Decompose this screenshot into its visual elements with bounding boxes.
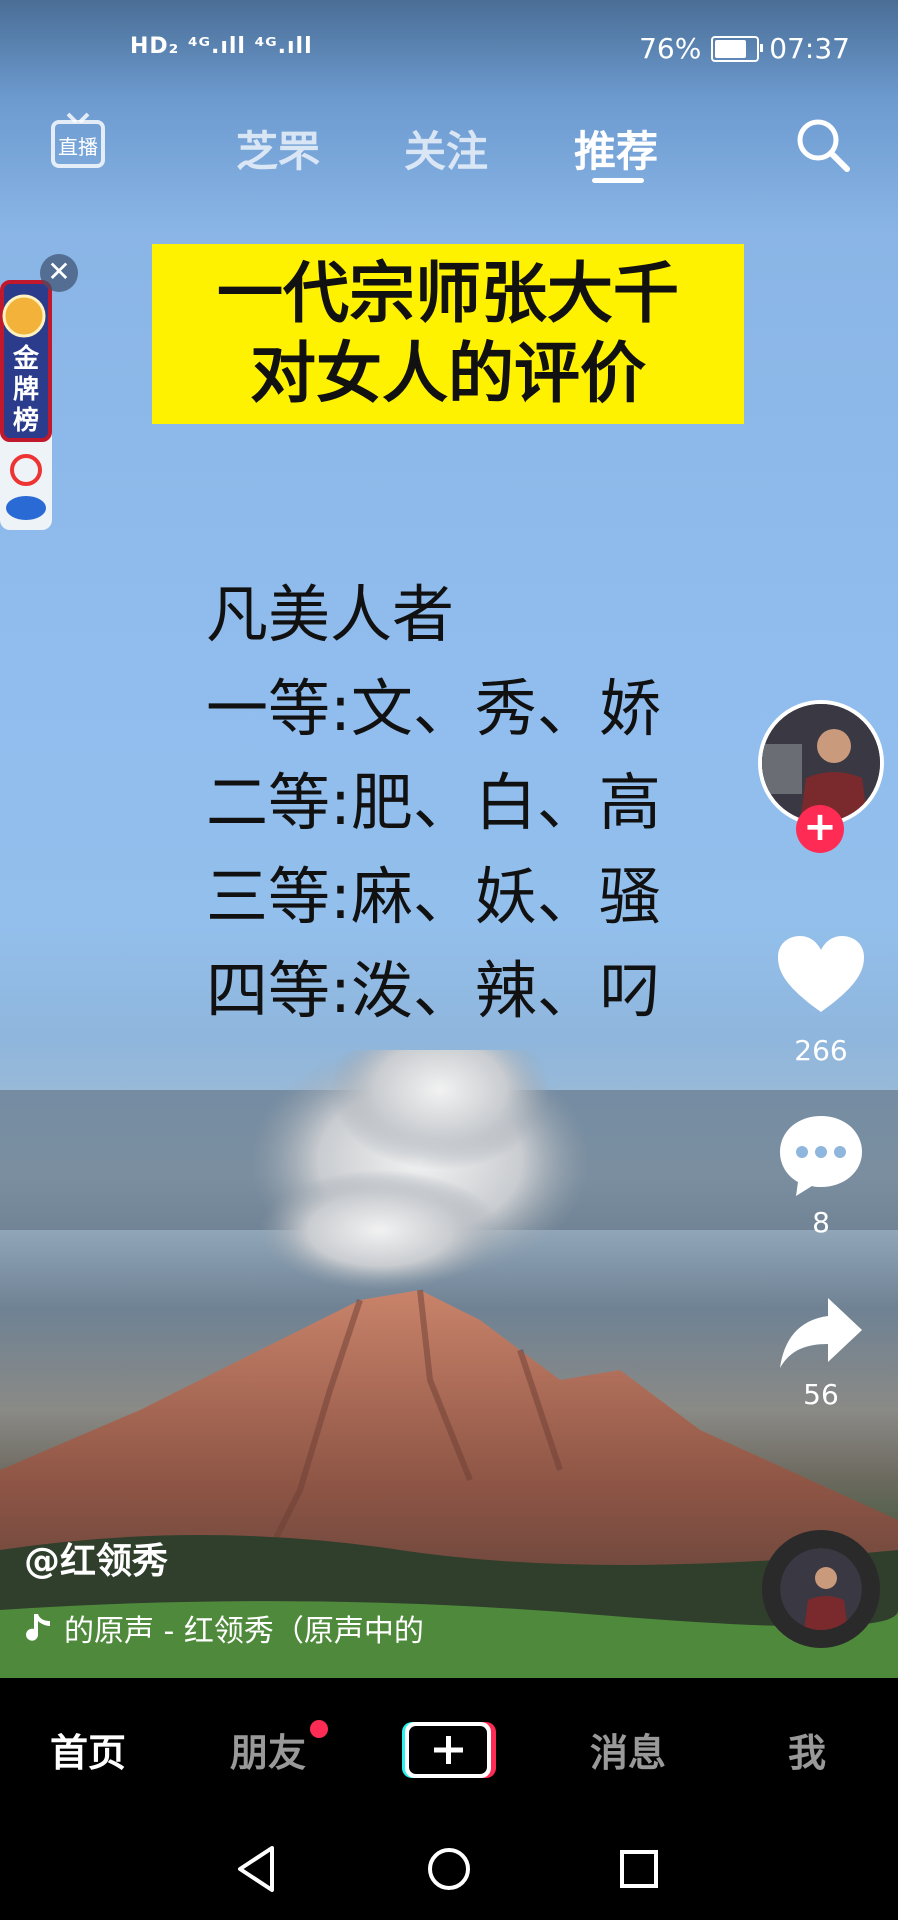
home-icon[interactable] [426,1846,472,1892]
badge-label-3: 榜 [13,405,39,436]
clock: 07:37 [769,32,850,65]
banner-line-1: 一代宗师张大千 [217,255,679,332]
poem-line: 凡美人者 [206,578,455,651]
search-icon[interactable] [794,116,852,174]
create-video-button[interactable] [400,1718,496,1780]
poem-line: 三等:麻、妖、骚 [206,860,661,933]
title-banner: 一代宗师张大千 对女人的评价 [152,244,744,424]
badge-label-1: 金 [12,343,40,374]
badge-close-icon[interactable]: ✕ [40,254,78,292]
video-player[interactable]: HD₂ ⁴ᴳ.ıll ⁴ᴳ.ıll 76% 07:37 直播 芝罘 关注 推荐 … [0,0,898,1678]
active-tab-indicator [592,178,644,183]
music-title: 的原声 - 红领秀（原声中的 [64,1614,424,1649]
share-count: 56 [803,1378,839,1411]
live-label: 直播 [58,135,98,159]
top-nav: 直播 芝罘 关注 推荐 [0,110,898,183]
tab-recommend[interactable]: 推荐 [574,118,658,179]
poem-line: 四等:泼、辣、叼 [206,954,661,1027]
tab-local[interactable]: 芝罘 [236,118,320,179]
bottom-tab-bar: 首页 朋友 消息 我 [0,1678,898,1818]
music-disc[interactable] [762,1530,880,1648]
friends-notification-dot [310,1720,328,1738]
comment-icon[interactable] [776,1110,866,1200]
share-icon[interactable] [776,1290,866,1380]
tab-messages[interactable]: 消息 [590,1722,666,1777]
music-note-icon [26,1614,50,1641]
tab-home[interactable]: 首页 [50,1722,126,1777]
follow-plus-button[interactable]: + [796,805,844,853]
live-tv-icon[interactable]: 直播 [50,112,106,172]
network-indicator: HD₂ ⁴ᴳ.ıll ⁴ᴳ.ıll [130,34,313,59]
battery-icon [711,35,764,62]
banner-line-2: 对女人的评价 [250,335,646,412]
recents-icon[interactable] [618,1848,660,1890]
comment-count: 8 [812,1206,830,1239]
heart-icon[interactable] [776,932,866,1022]
music-info[interactable]: 的原声 - 红领秀（原声中的 [24,1606,424,1650]
back-icon[interactable] [234,1844,278,1894]
poem-text: 凡美人者 一等:文、秀、娇 二等:肥、白、高 三等:麻、妖、骚 四等:泼、辣、叼 [206,568,661,1038]
author-name[interactable]: @红领秀 [24,1532,168,1584]
system-navigation-bar [0,1818,898,1920]
disc-avatar [780,1548,862,1630]
status-bar: HD₂ ⁴ᴳ.ıll ⁴ᴳ.ıll 76% 07:37 [0,30,898,74]
poem-line: 二等:肥、白、高 [206,766,661,839]
badge-label-2: 牌 [13,374,39,405]
medal-badge[interactable]: 金 牌 榜 [0,280,54,530]
tab-following[interactable]: 关注 [404,118,488,179]
tab-friends[interactable]: 朋友 [230,1722,306,1777]
battery-percent: 76% [639,32,702,65]
like-count: 266 [794,1034,848,1067]
poem-line: 一等:文、秀、娇 [206,672,661,745]
tab-me[interactable]: 我 [788,1722,826,1777]
